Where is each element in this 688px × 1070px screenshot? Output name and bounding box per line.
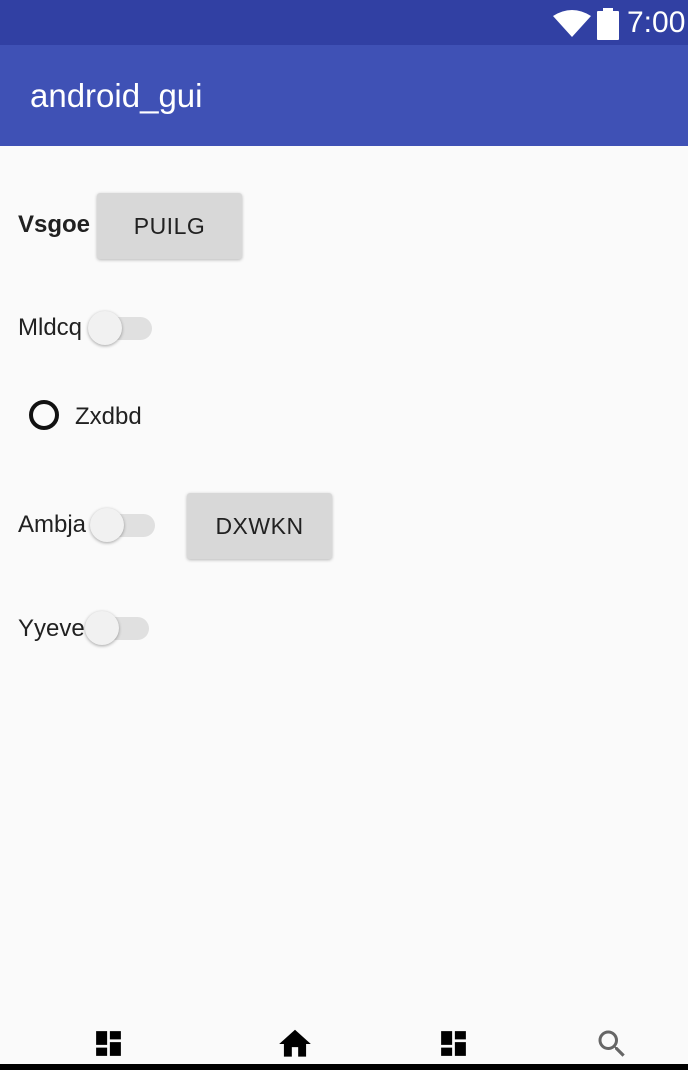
status-time: 7:00 <box>627 6 686 39</box>
yyeve-label: Yyeve <box>18 615 85 642</box>
zxdbd-radio[interactable] <box>29 400 59 430</box>
mldcq-label: Mldcq <box>18 314 83 341</box>
ambja-switch-thumb[interactable] <box>90 508 124 542</box>
home-icon[interactable] <box>276 1025 314 1063</box>
bottom-edge-bar <box>0 1064 688 1070</box>
dxwkn-button[interactable]: DXWKN <box>187 493 332 559</box>
search-icon[interactable] <box>594 1026 630 1062</box>
vsgoe-label: Vsgoe <box>18 211 91 238</box>
yyeve-switch-thumb[interactable] <box>85 611 119 645</box>
zxdbd-label[interactable]: Zxdbd <box>75 403 142 431</box>
ambja-label: Ambja <box>18 511 87 538</box>
app-title: android_gui <box>30 77 203 114</box>
mldcq-switch-thumb[interactable] <box>88 311 122 345</box>
dashboard-icon[interactable] <box>437 1027 470 1060</box>
wifi-icon <box>553 10 591 37</box>
puilg-button[interactable]: PUILG <box>97 193 242 259</box>
dashboard-icon[interactable] <box>92 1027 125 1060</box>
battery-icon <box>597 8 619 40</box>
